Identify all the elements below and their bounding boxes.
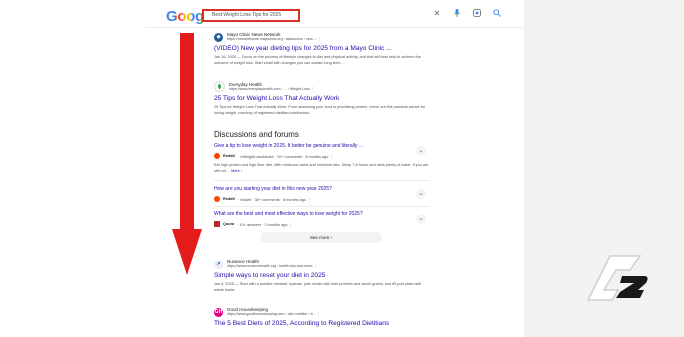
- discussions-heading: Discussions and forums: [214, 130, 299, 139]
- result-source[interactable]: Everyday Health https://www.everydayheal…: [214, 81, 430, 92]
- discussion-divider: [214, 206, 430, 207]
- discussion-snippet: Eat high protein and high fiber diet. Wi…: [214, 162, 430, 174]
- discussion-meta: Quora · 10+ answers · 2 months ago ⋮: [214, 221, 430, 227]
- search-result: ↗ Nuvance Health https://www.nuvanceheal…: [214, 259, 430, 293]
- discussion-item[interactable]: What are the best and most effective way…: [214, 211, 430, 227]
- reddit-icon: [214, 153, 220, 159]
- discussion-snippet-text: Eat high protein and high fiber diet. Wi…: [214, 163, 429, 173]
- lens-icon[interactable]: [473, 9, 481, 19]
- discussion-site: Reddit: [223, 154, 235, 158]
- expand-chevron-icon[interactable]: ⌄: [416, 146, 426, 156]
- discussion-site: Reddit: [223, 197, 235, 201]
- mic-icon[interactable]: [453, 9, 461, 19]
- result-snippet: 25 Tips for Weight Loss That Actually Wo…: [214, 105, 426, 115]
- discussion-divider: [214, 180, 430, 181]
- result-snippet: Jan 6, 2025 — Start with a positive mind…: [214, 282, 422, 292]
- header-divider: [145, 27, 524, 28]
- discussion-meta-text: · 10+ answers · 2 months ago ⋮: [237, 222, 293, 227]
- discussion-meta-text: · r/WeightLossAdvice · 10+ comments · 8 …: [237, 154, 334, 159]
- result-source[interactable]: ↗ Nuvance Health https://www.nuvanceheal…: [214, 259, 430, 269]
- mayo-favicon-icon: ◆: [214, 32, 223, 42]
- page: Google Best Weight Loss Tips for 2025 ✕ …: [0, 0, 684, 337]
- result-source[interactable]: GH Good Housekeeping https://www.goodhou…: [214, 307, 430, 317]
- result-snippet: Jan 16, 2025 — Focus on the process of l…: [214, 55, 421, 65]
- expand-chevron-icon[interactable]: ⌄: [416, 189, 426, 199]
- reddit-icon: [214, 196, 220, 202]
- search-result: GH Good Housekeeping https://www.goodhou…: [214, 307, 430, 327]
- discussion-meta-text: · r/loseit · 30+ comments · 8 months ago…: [237, 197, 311, 202]
- result-title-link[interactable]: The 5 Best Diets of 2025, According to R…: [214, 320, 430, 327]
- discussion-item[interactable]: How are you starting your diet in this n…: [214, 186, 430, 202]
- result-title-link[interactable]: 25 Tips for Weight Loss That Actually Wo…: [214, 95, 430, 102]
- see-more-button[interactable]: See more ›: [260, 232, 382, 243]
- source-url: https://www.goodhousekeeping.com › diet-…: [227, 312, 321, 316]
- search-result: ◆ Mayo Clinic News Network https://newsn…: [214, 32, 430, 66]
- search-result: Everyday Health https://www.everydayheal…: [214, 81, 430, 116]
- source-url: https://www.everydayhealth.com › ... › W…: [229, 86, 315, 91]
- everyday-health-favicon-icon: [214, 81, 225, 92]
- source-url: https://www.nuvancehealth.org › health-t…: [227, 264, 318, 268]
- discussion-title-link[interactable]: What are the best and most effective way…: [214, 211, 430, 217]
- good-housekeeping-favicon-icon: GH: [214, 307, 223, 317]
- discussion-site: Quora: [223, 222, 235, 226]
- red-down-arrow-icon: [172, 33, 202, 275]
- quora-icon: [214, 221, 220, 227]
- expand-chevron-icon[interactable]: ⌄: [416, 214, 426, 224]
- discussion-title-link[interactable]: How are you starting your diet in this n…: [214, 186, 430, 192]
- more-link[interactable]: More ›: [231, 169, 242, 173]
- search-icon[interactable]: [493, 9, 501, 19]
- search-input[interactable]: Best Weight Loss Tips for 2025: [202, 9, 300, 22]
- result-source[interactable]: ◆ Mayo Clinic News Network https://newsn…: [214, 32, 430, 42]
- discussion-meta: Reddit · r/WeightLossAdvice · 10+ commen…: [214, 153, 430, 159]
- discussion-meta: Reddit · r/loseit · 30+ comments · 8 mon…: [214, 196, 430, 202]
- search-actions: ✕: [433, 9, 501, 19]
- source-url: https://newsnetwork.mayoclinic.org › dis…: [227, 37, 322, 41]
- discussion-item[interactable]: Give a tip to lose weight in 2025. It be…: [214, 143, 430, 174]
- nuvance-favicon-icon: ↗: [214, 259, 223, 269]
- discussion-title-link[interactable]: Give a tip to lose weight in 2025. It be…: [214, 143, 430, 149]
- channel-logo-icon: [586, 255, 648, 301]
- result-title-link[interactable]: Simple ways to reset your diet in 2025: [214, 272, 430, 279]
- result-title-link[interactable]: (VIDEO) New year dieting tips for 2025 f…: [214, 45, 430, 52]
- clear-icon[interactable]: ✕: [433, 9, 441, 19]
